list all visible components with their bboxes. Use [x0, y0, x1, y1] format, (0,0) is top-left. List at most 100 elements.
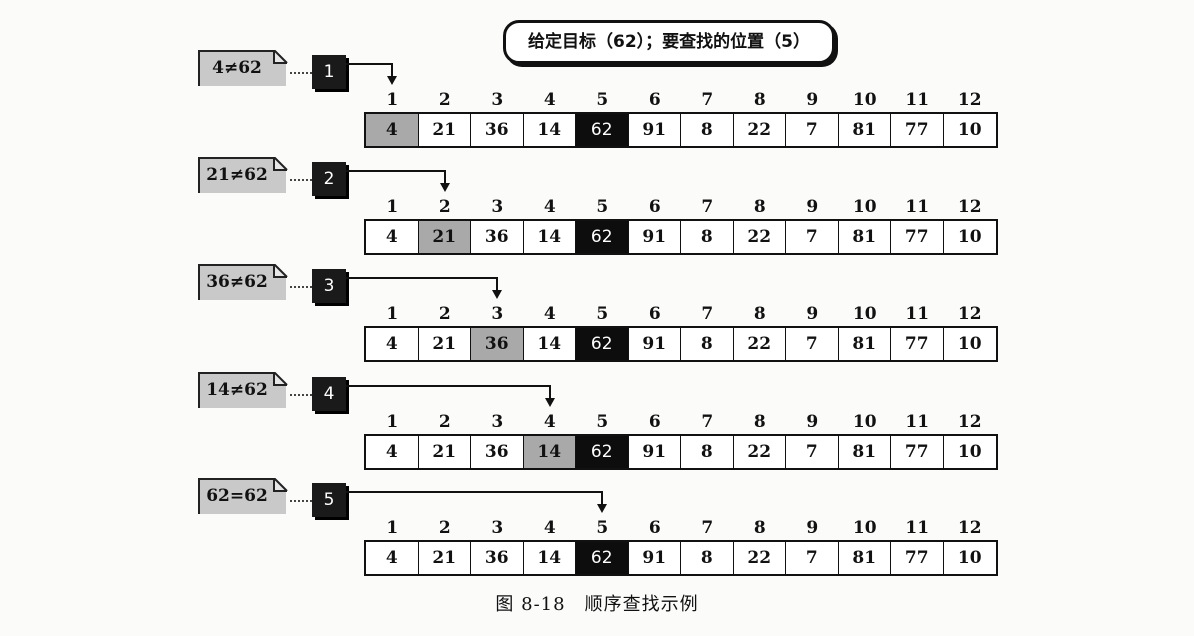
pointer-arrow-line	[346, 385, 551, 387]
array-cell: 62	[576, 221, 629, 253]
index-label: 10	[852, 412, 877, 432]
array-cell: 4	[366, 114, 419, 146]
array-cell: 7	[786, 221, 839, 253]
index-label: 6	[648, 518, 661, 538]
index-label: 5	[596, 90, 609, 110]
array-cell: 77	[891, 436, 944, 468]
index-label: 6	[648, 90, 661, 110]
array-cell: 36	[471, 114, 524, 146]
index-label: 7	[701, 197, 714, 217]
index-label: 11	[905, 197, 930, 217]
array-cell: 4	[366, 436, 419, 468]
index-label: 1	[386, 90, 399, 110]
folded-corner-icon	[273, 264, 288, 278]
step-number-badge: 5	[312, 483, 346, 517]
step-number-badge: 3	[312, 269, 346, 303]
index-label: 7	[701, 518, 714, 538]
arrow-down-icon	[597, 504, 608, 513]
index-label: 2	[438, 304, 451, 324]
index-label: 10	[852, 518, 877, 538]
array-cell: 14	[524, 221, 576, 253]
index-label: 5	[596, 304, 609, 324]
array-cell: 10	[957, 120, 982, 140]
index-label: 3	[491, 412, 504, 432]
array-cell: 22	[734, 542, 786, 574]
array-cell: 81	[839, 328, 891, 360]
index-label: 10	[852, 197, 877, 217]
figure-caption: 图 8-18 顺序查找示例	[495, 594, 699, 615]
folded-corner-icon	[273, 157, 288, 171]
array-cell: 77	[891, 114, 944, 146]
pointer-arrow-line	[346, 63, 394, 65]
dotted-connector	[290, 394, 312, 396]
index-label: 7	[701, 304, 714, 324]
array-cell: 81	[839, 221, 891, 253]
index-label: 12	[957, 90, 982, 110]
array-cell: 8	[681, 542, 734, 574]
step-number-badge: 4	[312, 377, 346, 411]
array-cell: 81	[839, 436, 891, 468]
array-row: 4 21 36 14 62 91 8 22 7 81 77 10	[364, 540, 998, 576]
index-label: 8	[753, 304, 766, 324]
array-cell: 91	[629, 221, 681, 253]
search-step-2: 21≠62 2 1 2 3 4 5 6 7 8 9 10 11 12 4 21 36 14 62 91 8 22 7 81 77…	[0, 157, 1194, 257]
index-label: 11	[905, 518, 930, 538]
array-cell: 8	[681, 328, 734, 360]
array-cell: 77	[891, 542, 944, 574]
pointer-arrow-drop	[548, 385, 551, 399]
array-cell: 91	[629, 542, 681, 574]
array-cell: 10	[957, 442, 982, 462]
array-cell: 21	[419, 328, 471, 360]
search-step-3: 36≠62 3 1 2 3 4 5 6 7 8 9 10 11 12 4 21 36 14 62 91 8 22 7 81 77…	[0, 264, 1194, 364]
search-step-1: 4≠62 1 1 2 3 4 5 6 7 8 9 10 11 12 4 21 36 14 62 91 8 22 7 81 77 1…	[0, 50, 1194, 150]
array-cell: 36	[471, 542, 524, 574]
index-label: 12	[957, 518, 982, 538]
search-step-5: 62=62 5 1 2 3 4 5 6 7 8 9 10 11 12 4 21 36 14 62 91 8 22 7 81 77…	[0, 478, 1194, 578]
pointer-arrow-line	[346, 491, 604, 493]
pointer-arrow-drop	[391, 63, 394, 77]
array-row: 4 21 36 14 62 91 8 22 7 81 77 10	[364, 112, 998, 148]
index-label: 5	[596, 518, 609, 538]
arrow-down-icon	[439, 183, 450, 192]
folded-corner-icon	[273, 372, 288, 386]
index-label: 2	[438, 518, 451, 538]
index-label: 10	[852, 90, 877, 110]
index-label: 11	[905, 304, 930, 324]
array-cell: 14	[524, 542, 576, 574]
index-label: 1	[386, 412, 399, 432]
index-label: 9	[806, 518, 819, 538]
array-cell: 81	[839, 114, 891, 146]
array-row: 4 21 36 14 62 91 8 22 7 81 77 10	[364, 219, 998, 255]
index-label: 1	[386, 518, 399, 538]
array-cell: 22	[734, 114, 786, 146]
index-label: 6	[648, 412, 661, 432]
index-label: 11	[905, 90, 930, 110]
index-label: 8	[753, 412, 766, 432]
array-cell: 77	[891, 328, 944, 360]
index-label: 6	[648, 197, 661, 217]
dotted-connector	[290, 72, 312, 74]
array-row: 4 21 36 14 62 91 8 22 7 81 77 10	[364, 326, 998, 362]
array-cell: 22	[734, 436, 786, 468]
index-label: 12	[957, 304, 982, 324]
array-cell: 4	[366, 328, 419, 360]
index-label: 3	[491, 518, 504, 538]
array-cell: 7	[786, 436, 839, 468]
index-label: 4	[543, 197, 556, 217]
index-label: 11	[905, 412, 930, 432]
folded-corner-icon	[273, 478, 288, 492]
index-label: 1	[386, 304, 399, 324]
index-label: 5	[596, 197, 609, 217]
array-cell: 36	[471, 328, 524, 360]
array-cell: 21	[419, 436, 471, 468]
index-label: 4	[543, 412, 556, 432]
pointer-arrow-drop	[601, 491, 604, 505]
index-label: 8	[753, 90, 766, 110]
step-number-badge: 2	[312, 162, 346, 196]
index-label: 1	[386, 197, 399, 217]
array-cell: 21	[418, 221, 471, 253]
array-cell: 4	[366, 542, 419, 574]
array-cell: 10	[957, 227, 982, 247]
array-cell: 10	[957, 548, 982, 568]
pointer-arrow-line	[346, 277, 499, 279]
